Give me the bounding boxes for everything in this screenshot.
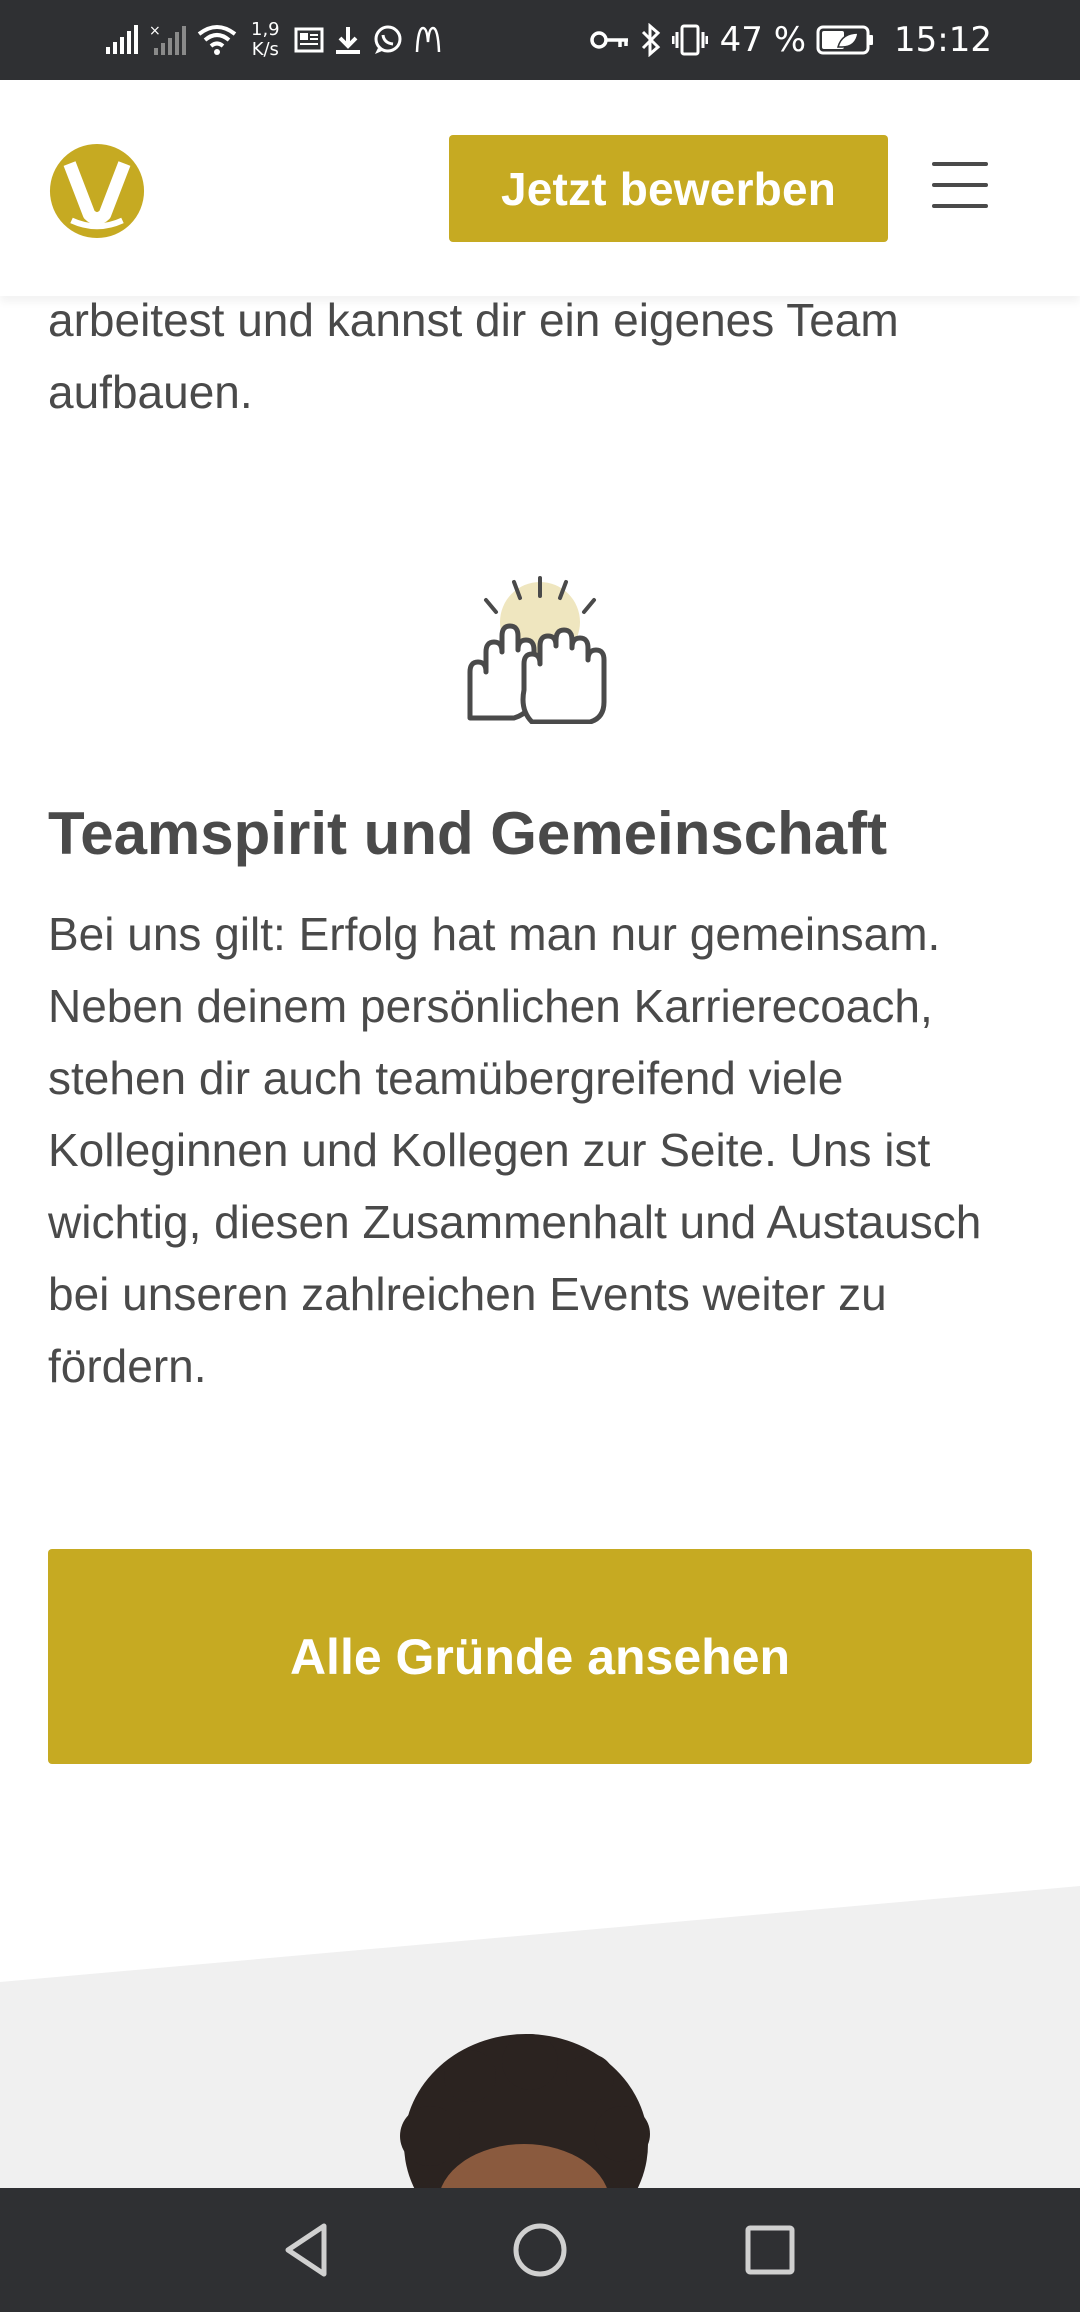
all-reasons-button[interactable]: Alle Gründe ansehen — [48, 1549, 1032, 1764]
intro-paragraph: arbeitest und kannst dir ein eigenes Tea… — [48, 294, 899, 418]
signal-icon — [106, 25, 138, 54]
wifi-icon — [197, 25, 237, 55]
download-icon — [335, 27, 360, 54]
signal-no-sim-icon: × — [149, 24, 186, 55]
battery-percent: 47 % — [719, 20, 807, 60]
battery-icon — [816, 25, 874, 55]
brand-logo-icon[interactable] — [48, 142, 146, 240]
network-speed-unit: K/s — [251, 39, 279, 60]
clock: 15:12 — [894, 20, 992, 60]
bluetooth-icon — [641, 23, 660, 57]
mcdonalds-icon — [415, 26, 440, 53]
key-icon — [589, 31, 628, 49]
section-title: Teamspirit und Gemeinschaft — [48, 800, 888, 867]
status-bar: × 1,9 K/s 47 % 15:12 — [0, 0, 1080, 80]
navigation-bar — [0, 2188, 1080, 2312]
status-bar-right: 47 % 15:12 — [589, 14, 992, 66]
section-body: Bei uns gilt: Erfolg hat man nur gemeins… — [48, 908, 982, 1392]
hamburger-menu-icon[interactable] — [930, 160, 990, 210]
site-header: Jetzt bewerben — [0, 80, 1080, 296]
network-speed: 1,9 K/s — [251, 20, 280, 60]
recents-icon[interactable] — [738, 2218, 802, 2282]
svg-text:×: × — [149, 24, 161, 39]
high-five-hands-icon — [467, 576, 607, 724]
vibrate-icon — [671, 24, 708, 56]
status-bar-left: × 1,9 K/s — [105, 14, 442, 66]
network-speed-value: 1,9 — [251, 19, 280, 40]
whatsapp-icon — [374, 25, 402, 54]
apply-now-button[interactable]: Jetzt bewerben — [449, 135, 888, 242]
news-icon — [294, 27, 324, 53]
back-icon[interactable] — [276, 2218, 340, 2282]
home-icon[interactable] — [508, 2218, 572, 2282]
testimonial-section — [0, 1886, 1080, 2192]
